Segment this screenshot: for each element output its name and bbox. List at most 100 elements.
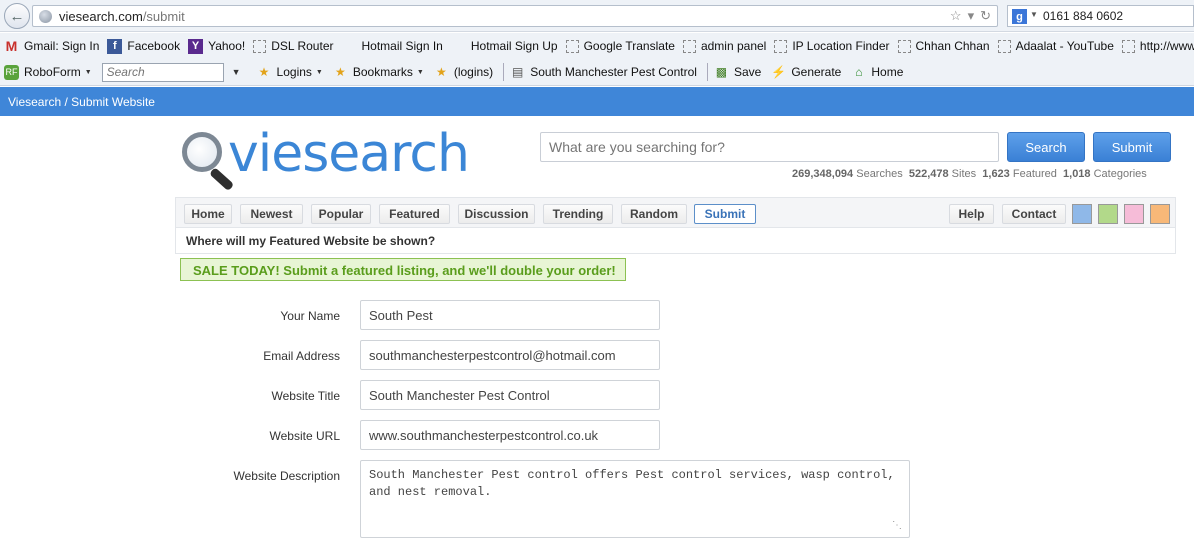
- bookmark-label: IP Location Finder: [792, 39, 890, 53]
- bookmarks-label: Bookmarks: [352, 65, 413, 79]
- windows-icon: [341, 39, 356, 54]
- roboform-search-dropdown[interactable]: ▼: [232, 67, 247, 77]
- site-search-input[interactable]: [540, 132, 999, 162]
- save-button[interactable]: ▩ Save: [714, 65, 762, 80]
- engine-caret-icon[interactable]: ▼: [1030, 10, 1038, 19]
- nav-random[interactable]: Random: [621, 204, 687, 224]
- bookmark-admin-panel[interactable]: admin panel: [682, 39, 766, 53]
- submit-button[interactable]: Submit: [1093, 132, 1171, 162]
- home-button[interactable]: ⌂ Home: [851, 65, 903, 80]
- logins-label: Logins: [276, 65, 312, 79]
- address-text: viesearch.com/submit: [59, 9, 185, 24]
- bookmark-chhan-chhan[interactable]: Chhan Chhan: [897, 39, 990, 53]
- url-host: viesearch.com: [59, 9, 143, 24]
- page-icon: [897, 39, 911, 53]
- bookmark-dsl-router[interactable]: DSL Router: [253, 39, 333, 53]
- bookmark-label: Adaalat - YouTube: [1015, 39, 1114, 53]
- bookmark-yahoo[interactable]: Y Yahoo!: [188, 38, 245, 54]
- page-icon: [253, 39, 267, 53]
- theme-swatch-green[interactable]: [1098, 204, 1118, 224]
- nav-discussion[interactable]: Discussion: [458, 204, 535, 224]
- name-field[interactable]: [360, 300, 660, 330]
- breadcrumb: Viesearch / Submit Website: [0, 87, 1194, 116]
- nav-featured[interactable]: Featured: [379, 204, 450, 224]
- website-description-label: Website Description: [233, 469, 341, 483]
- page-icon: [565, 39, 579, 53]
- featured-question-link[interactable]: Where will my Featured Website be shown?: [175, 228, 1176, 254]
- star-key-icon: ★: [258, 65, 270, 79]
- bookmark-label: DSL Router: [271, 39, 334, 53]
- site-login-button[interactable]: ▤ South Manchester Pest Control: [510, 65, 697, 80]
- resize-grip-icon[interactable]: ⋱: [892, 520, 902, 531]
- bookmark-http[interactable]: http://www: [1121, 39, 1194, 53]
- bookmark-label: Hotmail Sign In: [361, 39, 443, 53]
- save-label: Save: [733, 65, 762, 79]
- featured-count: 1,623: [982, 168, 1010, 180]
- logins-menu[interactable]: ★ Logins ▼: [257, 65, 323, 80]
- roboform-search-input[interactable]: [101, 62, 224, 82]
- theme-swatch-orange[interactable]: [1150, 204, 1170, 224]
- website-title-label: Website Title: [271, 389, 340, 403]
- site-stats: 269,348,094 Searches 522,478 Sites 1,623…: [792, 168, 1147, 180]
- nav-newest[interactable]: Newest: [240, 204, 303, 224]
- save-icon: ▩: [715, 65, 728, 79]
- caret-down-icon: ▼: [231, 67, 241, 77]
- bookmark-ip-location-finder[interactable]: IP Location Finder: [774, 39, 890, 53]
- name-label: Your Name: [280, 309, 340, 323]
- website-url-field[interactable]: [360, 420, 660, 450]
- dropdown-caret-icon[interactable]: ▾: [968, 8, 975, 24]
- bookmark-facebook[interactable]: f Facebook: [107, 38, 181, 54]
- page-icon: [997, 39, 1011, 53]
- bookmark-label: Google Translate: [583, 39, 675, 53]
- theme-swatch-pink[interactable]: [1124, 204, 1144, 224]
- caret-down-icon: ▼: [416, 68, 424, 76]
- reload-icon[interactable]: ↻: [980, 8, 991, 24]
- sites-label: Sites: [951, 168, 977, 180]
- nav-submit[interactable]: Submit: [694, 204, 756, 224]
- logins-paren-button[interactable]: ★ (logins): [434, 65, 493, 80]
- nav-trending[interactable]: Trending: [543, 204, 613, 224]
- roboform-toolbar: RFRoboForm▼ ▼ ★Logins▼ ★Bookmarks▼ ★(log…: [0, 59, 1194, 86]
- sale-banner[interactable]: SALE TODAY! Submit a featured listing, a…: [180, 258, 626, 281]
- bookmark-hotmail-sign-in[interactable]: Hotmail Sign In: [341, 39, 442, 54]
- back-button[interactable]: ←: [4, 3, 30, 29]
- website-description-field[interactable]: South Manchester Pest control offers Pes…: [360, 460, 910, 538]
- email-field[interactable]: [360, 340, 660, 370]
- logins-paren-label: (logins): [453, 65, 494, 79]
- theme-swatch-blue[interactable]: [1072, 204, 1092, 224]
- search-button[interactable]: Search: [1007, 132, 1085, 162]
- bookmarks-menu[interactable]: ★ Bookmarks ▼: [333, 65, 424, 80]
- browser-search-box[interactable]: g ▼ 0161 884 0602: [1007, 5, 1194, 27]
- url-path: /submit: [142, 9, 185, 24]
- bookmark-gmail[interactable]: M Gmail: Sign In: [4, 38, 100, 54]
- bookmark-adaalat-youtube[interactable]: Adaalat - YouTube: [997, 39, 1114, 53]
- logo-text: viesearch: [228, 124, 470, 184]
- categories-label: Categories: [1093, 168, 1147, 180]
- bookmark-label: Chhan Chhan: [915, 39, 990, 53]
- bookmark-label: Facebook: [127, 39, 181, 53]
- roboform-menu[interactable]: RF RoboForm ▼: [4, 64, 92, 80]
- passcard-icon: ▤: [512, 65, 524, 79]
- nav-home[interactable]: Home: [184, 204, 232, 224]
- page-icon: [682, 39, 696, 53]
- gmail-icon: M: [5, 38, 18, 54]
- star-key-icon: ★: [435, 65, 447, 79]
- bookmark-hotmail-sign-up[interactable]: Hotmail Sign Up: [451, 39, 558, 54]
- nav-contact[interactable]: Contact: [1002, 204, 1066, 224]
- generate-label: Generate: [791, 65, 842, 79]
- address-bar[interactable]: viesearch.com/submit ☆ ▾ ↻: [32, 5, 998, 27]
- nav-popular[interactable]: Popular: [311, 204, 371, 224]
- home-label: Home: [871, 65, 904, 79]
- site-logo[interactable]: viesearch: [182, 124, 472, 192]
- generate-button[interactable]: ⚡ Generate: [771, 65, 841, 80]
- caret-down-icon: ▼: [315, 68, 323, 76]
- google-icon[interactable]: g: [1012, 9, 1027, 24]
- magnifier-icon: [182, 132, 222, 172]
- nav-help[interactable]: Help: [949, 204, 994, 224]
- bookmark-google-translate[interactable]: Google Translate: [565, 39, 675, 53]
- website-title-field[interactable]: [360, 380, 660, 410]
- address-bar-icons: ☆ ▾ ↻: [950, 8, 991, 24]
- back-arrow-icon: ←: [9, 7, 25, 25]
- roboform-label: RoboForm: [24, 65, 81, 79]
- star-icon[interactable]: ☆: [950, 8, 962, 24]
